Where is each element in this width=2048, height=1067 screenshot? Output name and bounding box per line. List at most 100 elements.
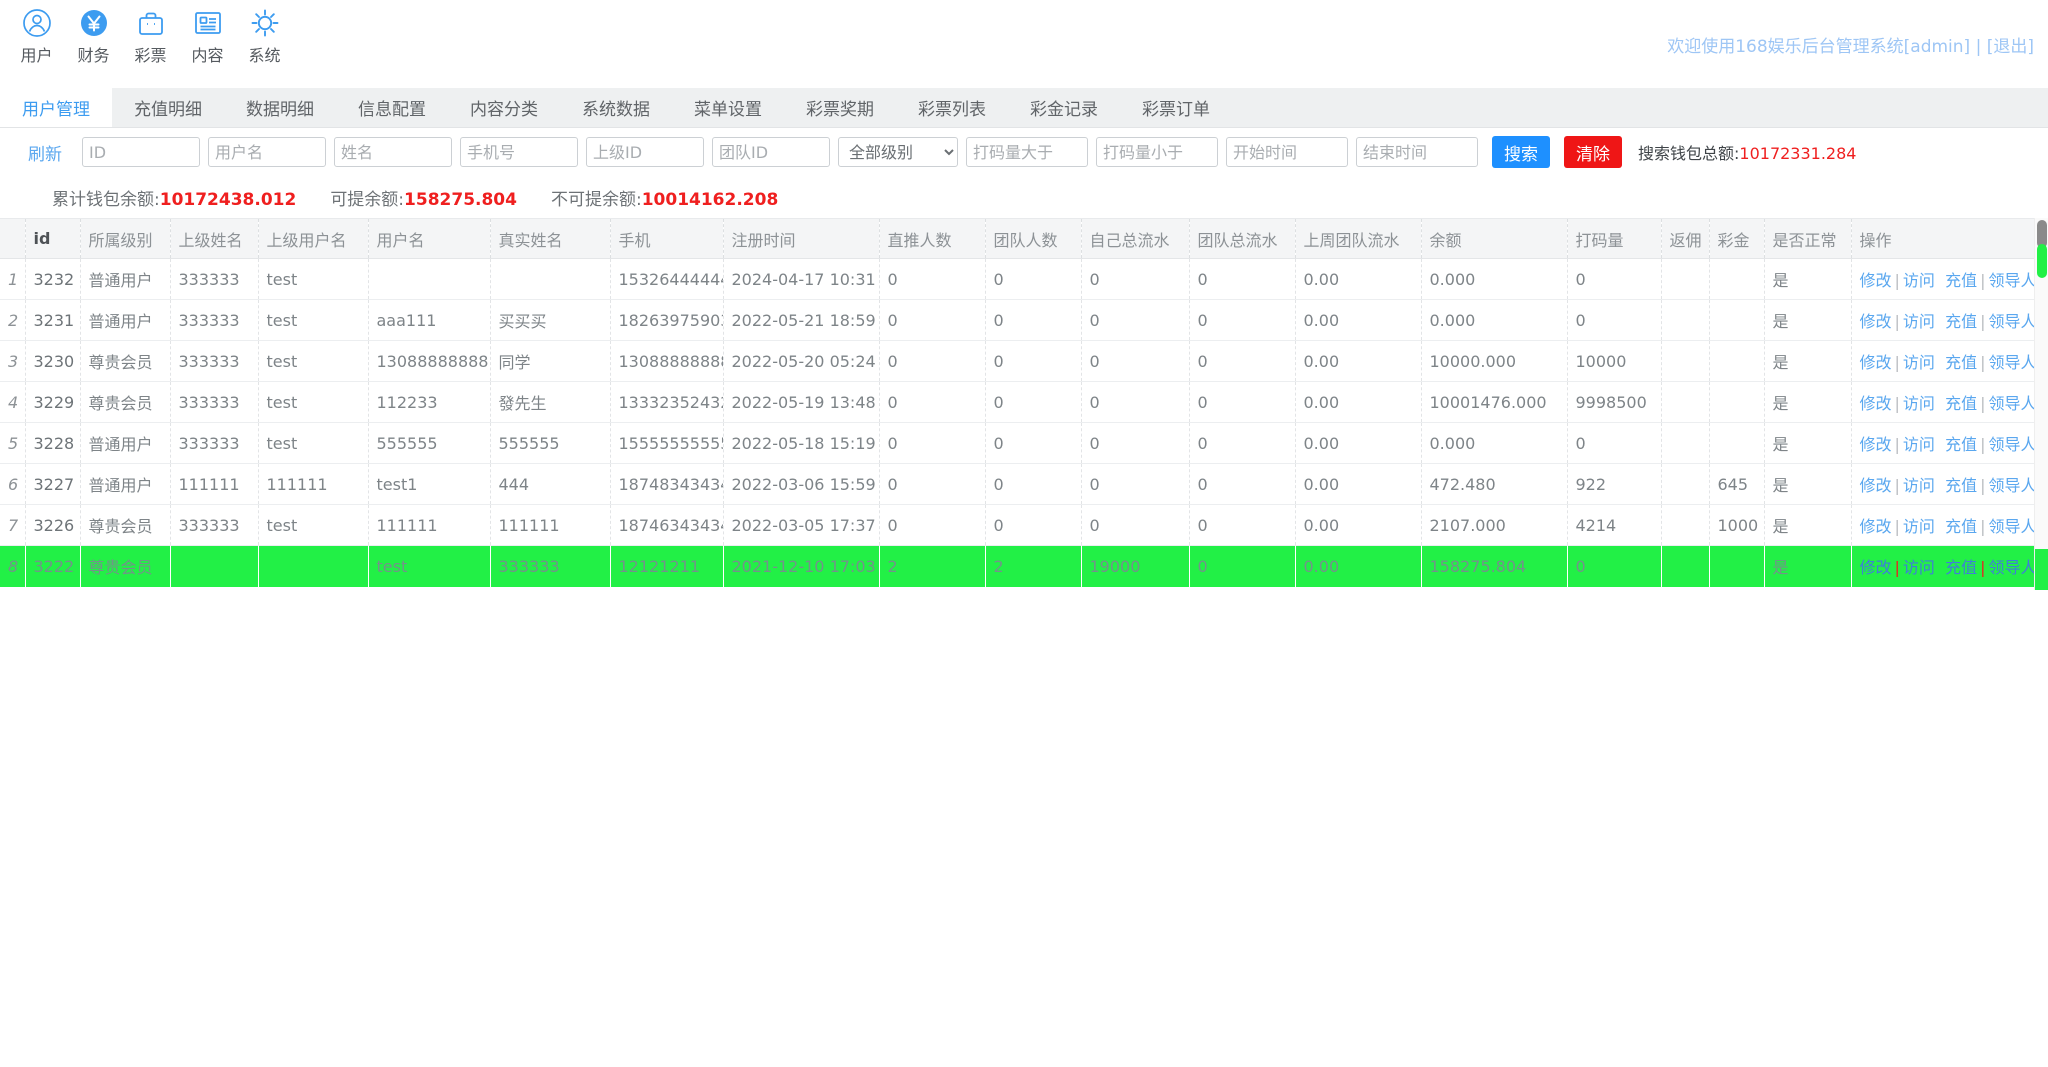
action-leader-link[interactable]: 领导人	[1989, 353, 2037, 372]
row-number: 4	[0, 382, 25, 423]
logout-link[interactable]: [退出]	[1987, 37, 2034, 57]
col-is-normal: 是否正常	[1764, 219, 1851, 259]
cell-realname: 同学	[490, 341, 610, 382]
tab-data-details[interactable]: 数据明细	[224, 88, 336, 127]
search-button[interactable]: 搜索	[1492, 136, 1550, 168]
table-row[interactable]: 13232普通用户333333test153264444442024-04-17…	[0, 259, 2043, 300]
action-visit-link[interactable]: 访问	[1903, 517, 1935, 536]
action-edit-link[interactable]: 修改	[1860, 558, 1892, 577]
action-edit-link[interactable]: 修改	[1860, 271, 1892, 290]
cell-actions: 修改|访问 充值|领导人	[1851, 300, 2043, 341]
cell-username: 112233	[368, 382, 490, 423]
action-separator: |	[1895, 353, 1900, 372]
table-vertical-scrollbar[interactable]	[2034, 218, 2048, 590]
action-leader-link[interactable]: 领导人	[1989, 517, 2037, 536]
nav-item-lottery[interactable]: 彩票	[122, 6, 179, 66]
action-leader-link[interactable]: 领导人	[1989, 271, 2037, 290]
search-input-end-time[interactable]	[1356, 137, 1478, 167]
action-leader-link[interactable]: 领导人	[1989, 435, 2037, 454]
action-visit-link[interactable]: 访问	[1903, 476, 1935, 495]
action-edit-link[interactable]: 修改	[1860, 476, 1892, 495]
nav-item-system[interactable]: 系统	[236, 6, 293, 66]
refresh-link[interactable]: 刷新	[28, 140, 62, 165]
tab-info-config[interactable]: 信息配置	[336, 88, 448, 127]
action-edit-link[interactable]: 修改	[1860, 312, 1892, 331]
action-recharge-link[interactable]: 充值	[1945, 353, 1977, 372]
search-input-team-id[interactable]	[712, 137, 830, 167]
cell-direct-count: 0	[879, 464, 985, 505]
action-edit-link[interactable]: 修改	[1860, 517, 1892, 536]
action-leader-link[interactable]: 领导人	[1989, 394, 2037, 413]
action-edit-link[interactable]: 修改	[1860, 394, 1892, 413]
document-icon	[191, 6, 225, 40]
action-recharge-link[interactable]: 充值	[1945, 517, 1977, 536]
cell-parent-username: test	[258, 300, 368, 341]
nav-item-user[interactable]: 用户	[8, 6, 65, 66]
action-visit-link[interactable]: 访问	[1903, 435, 1935, 454]
action-leader-link[interactable]: 领导人	[1989, 558, 2037, 577]
search-input-parent-id[interactable]	[586, 137, 704, 167]
action-recharge-link[interactable]: 充值	[1945, 558, 1977, 577]
action-recharge-link[interactable]: 充值	[1945, 271, 1977, 290]
scrollbar-thumb-highlight[interactable]	[2037, 244, 2047, 278]
action-visit-link[interactable]: 访问	[1903, 271, 1935, 290]
cell-level: 普通用户	[80, 464, 170, 505]
action-edit-link[interactable]: 修改	[1860, 353, 1892, 372]
clear-button[interactable]: 清除	[1564, 136, 1622, 168]
cell-direct-count: 0	[879, 423, 985, 464]
action-edit-link[interactable]: 修改	[1860, 435, 1892, 454]
action-visit-link[interactable]: 访问	[1903, 394, 1935, 413]
tab-lottery-list[interactable]: 彩票列表	[896, 88, 1008, 127]
search-input-realname[interactable]	[334, 137, 452, 167]
tab-lottery-orders[interactable]: 彩票订单	[1120, 88, 1232, 127]
table-row[interactable]: 43229尊贵会员333333test112233發先生133323524322…	[0, 382, 2043, 423]
col-team-flow: 团队总流水	[1189, 219, 1295, 259]
search-input-id[interactable]	[82, 137, 200, 167]
cell-id: 3228	[25, 423, 80, 464]
table-row[interactable]: 83222尊贵会员test333333121212112021-12-10 17…	[0, 546, 2043, 587]
cell-is-normal: 是	[1764, 423, 1851, 464]
cell-bonus	[1709, 259, 1764, 300]
tab-strip: 用户管理 充值明细 数据明细 信息配置 内容分类 系统数据 菜单设置 彩票奖期 …	[0, 88, 2048, 128]
search-input-username[interactable]	[208, 137, 326, 167]
cell-self-flow: 0	[1081, 341, 1189, 382]
tab-content-category[interactable]: 内容分类	[448, 88, 560, 127]
action-recharge-link[interactable]: 充值	[1945, 394, 1977, 413]
cell-rebate	[1661, 423, 1709, 464]
table-row[interactable]: 33230尊贵会员333333test13088888888同学13088888…	[0, 341, 2043, 382]
cell-team-flow: 0	[1189, 505, 1295, 546]
admin-link[interactable]: [admin]	[1904, 37, 1971, 57]
tab-user-management[interactable]: 用户管理	[0, 88, 112, 127]
tab-bonus-records[interactable]: 彩金记录	[1008, 88, 1120, 127]
search-input-start-time[interactable]	[1226, 137, 1348, 167]
cell-phone: 13088888888	[610, 341, 723, 382]
search-input-bet-less[interactable]	[1096, 137, 1218, 167]
action-visit-link[interactable]: 访问	[1903, 312, 1935, 331]
cell-lastweek-team-flow: 0.00	[1295, 546, 1421, 587]
action-recharge-link[interactable]: 充值	[1945, 435, 1977, 454]
nav-item-finance[interactable]: 财务	[65, 6, 122, 66]
table-row[interactable]: 63227普通用户111111111111test144418748343434…	[0, 464, 2043, 505]
search-input-phone[interactable]	[460, 137, 578, 167]
nav-item-content[interactable]: 内容	[179, 6, 236, 66]
action-visit-link[interactable]: 访问	[1903, 558, 1935, 577]
table-row[interactable]: 73226尊贵会员333333test111111111111187463434…	[0, 505, 2043, 546]
action-leader-link[interactable]: 领导人	[1989, 312, 2037, 331]
cell-bet-amount: 0	[1567, 546, 1661, 587]
tab-menu-settings[interactable]: 菜单设置	[672, 88, 784, 127]
summary-total-wallet-value: 10172438.012	[160, 190, 297, 210]
level-select[interactable]: 全部级别	[838, 137, 958, 167]
table-row[interactable]: 23231普通用户333333testaaa111买买买182639759032…	[0, 300, 2043, 341]
tab-lottery-periods[interactable]: 彩票奖期	[784, 88, 896, 127]
action-leader-link[interactable]: 领导人	[1989, 476, 2037, 495]
tab-recharge-details[interactable]: 充值明细	[112, 88, 224, 127]
cell-parent-name: 333333	[170, 259, 258, 300]
tab-system-data[interactable]: 系统数据	[560, 88, 672, 127]
col-lastweek-team-flow: 上周团队流水	[1295, 219, 1421, 259]
search-input-bet-greater[interactable]	[966, 137, 1088, 167]
action-recharge-link[interactable]: 充值	[1945, 476, 1977, 495]
cell-bet-amount: 0	[1567, 423, 1661, 464]
action-visit-link[interactable]: 访问	[1903, 353, 1935, 372]
action-recharge-link[interactable]: 充值	[1945, 312, 1977, 331]
table-row[interactable]: 53228普通用户333333test555555555555155555555…	[0, 423, 2043, 464]
